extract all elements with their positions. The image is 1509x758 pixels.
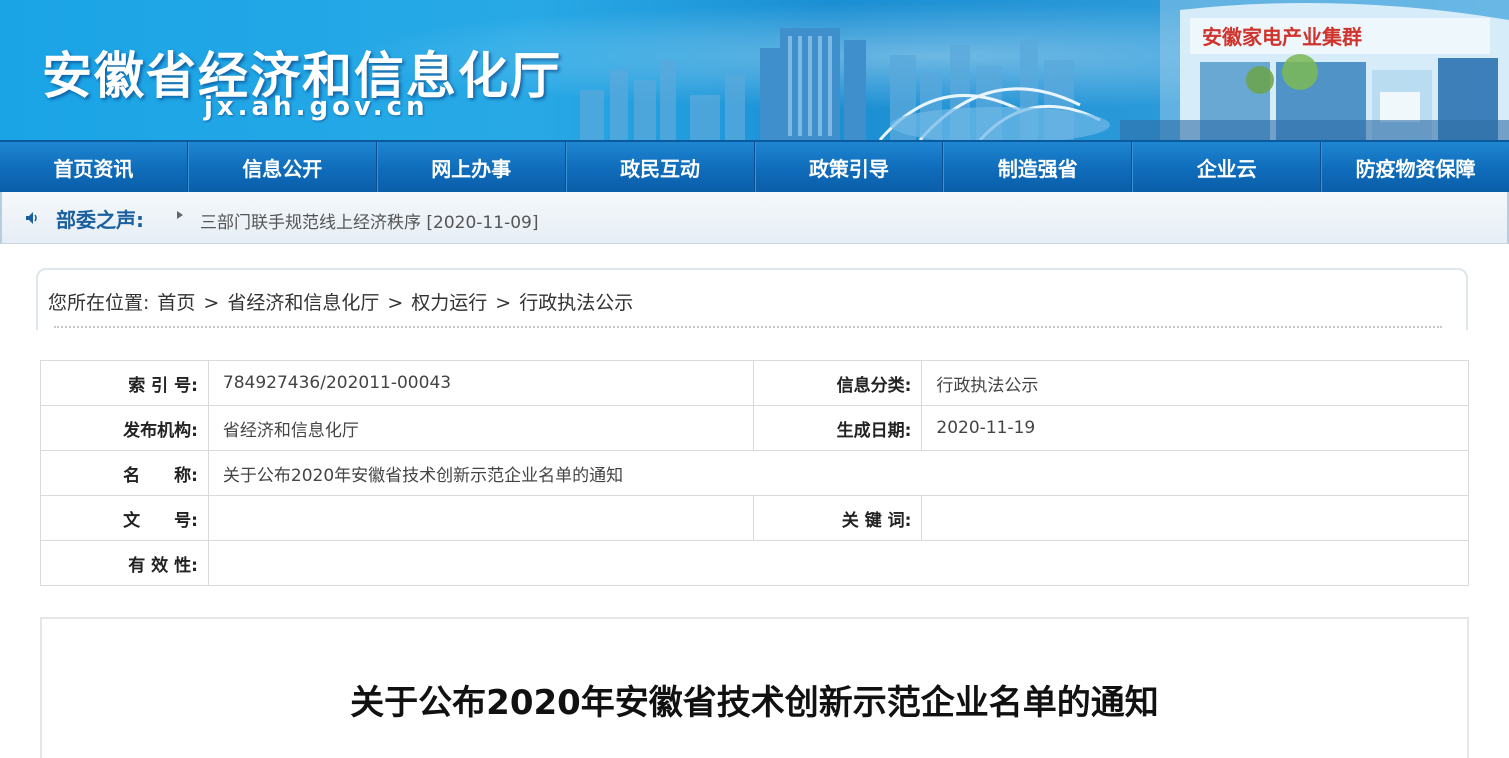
breadcrumb-separator: > (203, 292, 220, 314)
nav-item-home-news[interactable]: 首页资讯 (0, 142, 188, 192)
validity-label: 有 效 性: (40, 540, 209, 586)
main-nav: 首页资讯 信息公开 网上办事 政民互动 政策引导 制造强省 企业云 防疫物资保障 (0, 140, 1509, 192)
breadcrumb-separator: > (387, 292, 404, 314)
breadcrumb-item-home[interactable]: 首页 (157, 292, 195, 314)
breadcrumb-box: 您所在位置: 首页 > 省经济和信息化厅 > 权力运行 > 行政执法公示 (36, 268, 1468, 330)
keywords-value (921, 495, 1469, 541)
nav-item-policy-guidance[interactable]: 政策引导 (754, 142, 944, 192)
breadcrumb-item-department[interactable]: 省经济和信息化厅 (227, 292, 379, 314)
breadcrumb-divider (54, 326, 1442, 328)
breadcrumb-prefix: 您所在位置: (48, 292, 150, 314)
date-value: 2020-11-19 (921, 405, 1469, 451)
table-row: 名 称: 关于公布2020年安徽省技术创新示范企业名单的通知 (40, 450, 1470, 496)
publisher-label: 发布机构: (40, 405, 209, 451)
breadcrumb-separator: > (495, 292, 512, 314)
nav-item-epidemic-supplies[interactable]: 防疫物资保障 (1321, 142, 1509, 192)
nav-item-enterprise-cloud[interactable]: 企业云 (1132, 142, 1322, 192)
publisher-value: 省经济和信息化厅 (207, 405, 754, 451)
banner-city-illustration: 安徽家电产业集群 (580, 0, 1509, 140)
article-title: 关于公布2020年安徽省技术创新示范企业名单的通知 (350, 683, 1159, 723)
banner-sign-text: 安徽家电产业集群 (1202, 25, 1362, 49)
category-label: 信息分类: (752, 360, 923, 406)
document-number-value (207, 495, 754, 541)
notice-label: 部委之声: (56, 208, 144, 232)
index-number-label: 索 引 号: (40, 360, 209, 406)
table-row: 文 号: 关 键 词: (40, 495, 1469, 541)
nav-item-public-interaction[interactable]: 政民互动 (565, 142, 755, 192)
play-arrow-icon (177, 211, 183, 219)
validity-value (207, 540, 1470, 586)
breadcrumb: 您所在位置: 首页 > 省经济和信息化厅 > 权力运行 > 行政执法公示 (48, 288, 641, 315)
table-row: 有 效 性: (40, 540, 1470, 586)
name-label: 名 称: (40, 450, 209, 496)
name-value: 关于公布2020年安徽省技术创新示范企业名单的通知 (207, 450, 1470, 496)
document-info-table: 索 引 号: 784927436/202011-00043 信息分类: 行政执法… (40, 360, 1470, 586)
breadcrumb-item-power-operation[interactable]: 权力运行 (411, 292, 487, 314)
category-value: 行政执法公示 (921, 360, 1469, 406)
table-row: 索 引 号: 784927436/202011-00043 信息分类: 行政执法… (40, 360, 1469, 406)
notice-news-link[interactable]: 三部门联手规范线上经济秩序 [2020-11-09] (200, 208, 538, 233)
document-number-label: 文 号: (40, 495, 209, 541)
breadcrumb-item-enforcement[interactable]: 行政执法公示 (519, 292, 633, 314)
keywords-label: 关 键 词: (752, 495, 923, 541)
speaker-icon (26, 212, 37, 224)
site-domain: jx.ah.gov.cn (204, 92, 429, 122)
nav-item-online-services[interactable]: 网上办事 (376, 142, 566, 192)
nav-item-info-disclosure[interactable]: 信息公开 (187, 142, 377, 192)
index-number-value: 784927436/202011-00043 (207, 360, 754, 406)
date-label: 生成日期: (752, 405, 923, 451)
nav-item-manufacturing[interactable]: 制造强省 (943, 142, 1133, 192)
site-banner: 安徽家电产业集群 安徽省经济和信息化厅 jx.ah.gov.cn (0, 0, 1509, 140)
ministry-notice-bar: 部委之声: 三部门联手规范线上经济秩序 [2020-11-09] (0, 192, 1509, 244)
article-content: 关于公布2020年安徽省技术创新示范企业名单的通知 (40, 617, 1469, 758)
table-row: 发布机构: 省经济和信息化厅 生成日期: 2020-11-19 (40, 405, 1469, 451)
